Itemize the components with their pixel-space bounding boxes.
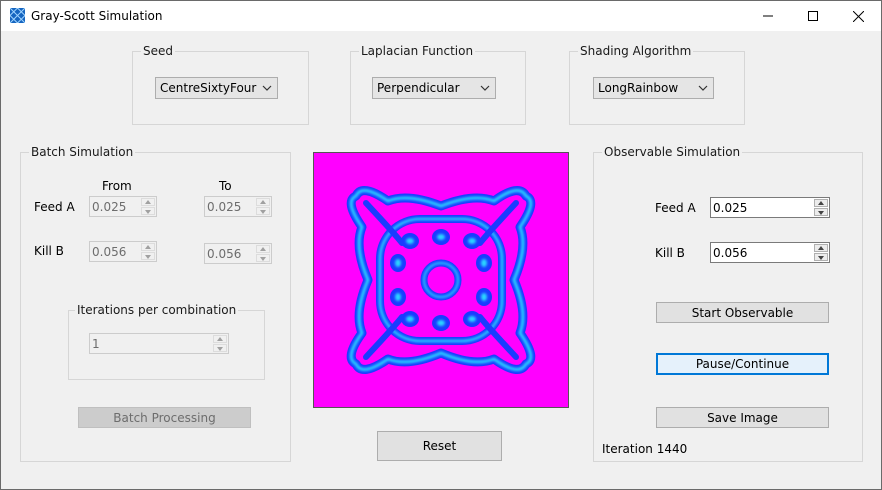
start-observable-button[interactable]: Start Observable (656, 302, 829, 323)
seed-value: CentreSixtyFour (160, 81, 257, 95)
chevron-down-icon (698, 85, 708, 91)
batch-simulation-group: Batch Simulation From To Feed A Kill B 0… (20, 145, 291, 462)
close-icon (852, 10, 864, 22)
iterations-input[interactable]: 1 (89, 333, 229, 354)
batch-group-label: Batch Simulation (29, 145, 136, 159)
chevron-down-icon (480, 85, 490, 91)
batch-feed-from-input[interactable]: 0.025 (89, 196, 157, 217)
app-icon (10, 8, 25, 23)
reaction-diffusion-image (314, 153, 568, 407)
shading-dropdown[interactable]: LongRainbow (593, 77, 714, 99)
iterations-label: Iterations per combination (75, 303, 239, 317)
shading-group: Shading Algorithm LongRainbow (569, 44, 745, 125)
spin-down-button[interactable] (141, 252, 155, 260)
maximize-icon (808, 11, 818, 21)
seed-dropdown[interactable]: CentreSixtyFour (155, 77, 278, 99)
observable-kill-input[interactable]: 0.056 (710, 242, 830, 263)
spin-up-button[interactable] (256, 245, 270, 253)
iterations-group: Iterations per combination 1 (68, 303, 265, 380)
spin-up-button[interactable] (141, 198, 155, 206)
close-button[interactable] (835, 1, 881, 31)
batch-feed-to-input[interactable]: 0.025 (204, 196, 272, 217)
pause-continue-button[interactable]: Pause/Continue (656, 353, 829, 375)
laplacian-group: Laplacian Function Perpendicular (350, 44, 526, 125)
observable-feed-label: Feed A (655, 201, 696, 215)
batch-kill-to-value: 0.056 (207, 247, 242, 261)
window-title: Gray-Scott Simulation (31, 9, 163, 23)
batch-kill-label: Kill B (34, 244, 64, 258)
spin-up-button[interactable] (814, 244, 828, 252)
laplacian-value: Perpendicular (377, 81, 460, 95)
spin-down-button[interactable] (256, 207, 270, 215)
batch-feed-to-value: 0.025 (207, 200, 242, 214)
spin-up-button[interactable] (814, 199, 828, 207)
batch-kill-from-value: 0.056 (92, 245, 127, 259)
observable-feed-value: 0.025 (713, 201, 748, 215)
observable-simulation-group: Observable Simulation Feed A Kill B 0.02… (593, 145, 863, 462)
to-label: To (219, 179, 232, 193)
laplacian-group-label: Laplacian Function (359, 44, 476, 58)
batch-feed-label: Feed A (34, 200, 75, 214)
save-image-button[interactable]: Save Image (656, 407, 829, 428)
minimize-button[interactable] (745, 1, 791, 31)
from-label: From (102, 179, 132, 193)
maximize-button[interactable] (790, 1, 836, 31)
observable-kill-value: 0.056 (713, 246, 748, 260)
minimize-icon (763, 15, 773, 17)
spin-down-button[interactable] (141, 207, 155, 215)
spin-up-button[interactable] (213, 335, 227, 343)
observable-feed-input[interactable]: 0.025 (710, 197, 830, 218)
observable-kill-label: Kill B (655, 246, 685, 260)
reset-button[interactable]: Reset (377, 431, 502, 461)
simulation-canvas[interactable] (313, 152, 569, 408)
seed-group: Seed CentreSixtyFour (132, 44, 309, 125)
laplacian-dropdown[interactable]: Perpendicular (372, 77, 496, 99)
batch-processing-button[interactable]: Batch Processing (78, 407, 251, 428)
batch-kill-from-input[interactable]: 0.056 (89, 241, 157, 262)
shading-group-label: Shading Algorithm (578, 44, 694, 58)
spin-down-button[interactable] (814, 253, 828, 261)
chevron-down-icon (262, 85, 272, 91)
spin-up-button[interactable] (256, 198, 270, 206)
spin-up-button[interactable] (141, 243, 155, 251)
spin-down-button[interactable] (213, 344, 227, 352)
title-bar[interactable]: Gray-Scott Simulation (1, 1, 881, 31)
spin-down-button[interactable] (814, 208, 828, 216)
iteration-counter: Iteration 1440 (602, 442, 688, 456)
seed-group-label: Seed (141, 44, 175, 58)
shading-value: LongRainbow (598, 81, 679, 95)
spin-down-button[interactable] (256, 254, 270, 262)
app-window: Gray-Scott Simulation Seed CentreSixtyFo… (0, 0, 882, 490)
batch-feed-from-value: 0.025 (92, 200, 127, 214)
batch-kill-to-input[interactable]: 0.056 (204, 243, 272, 264)
iterations-value: 1 (92, 337, 100, 351)
observable-group-label: Observable Simulation (602, 145, 743, 159)
